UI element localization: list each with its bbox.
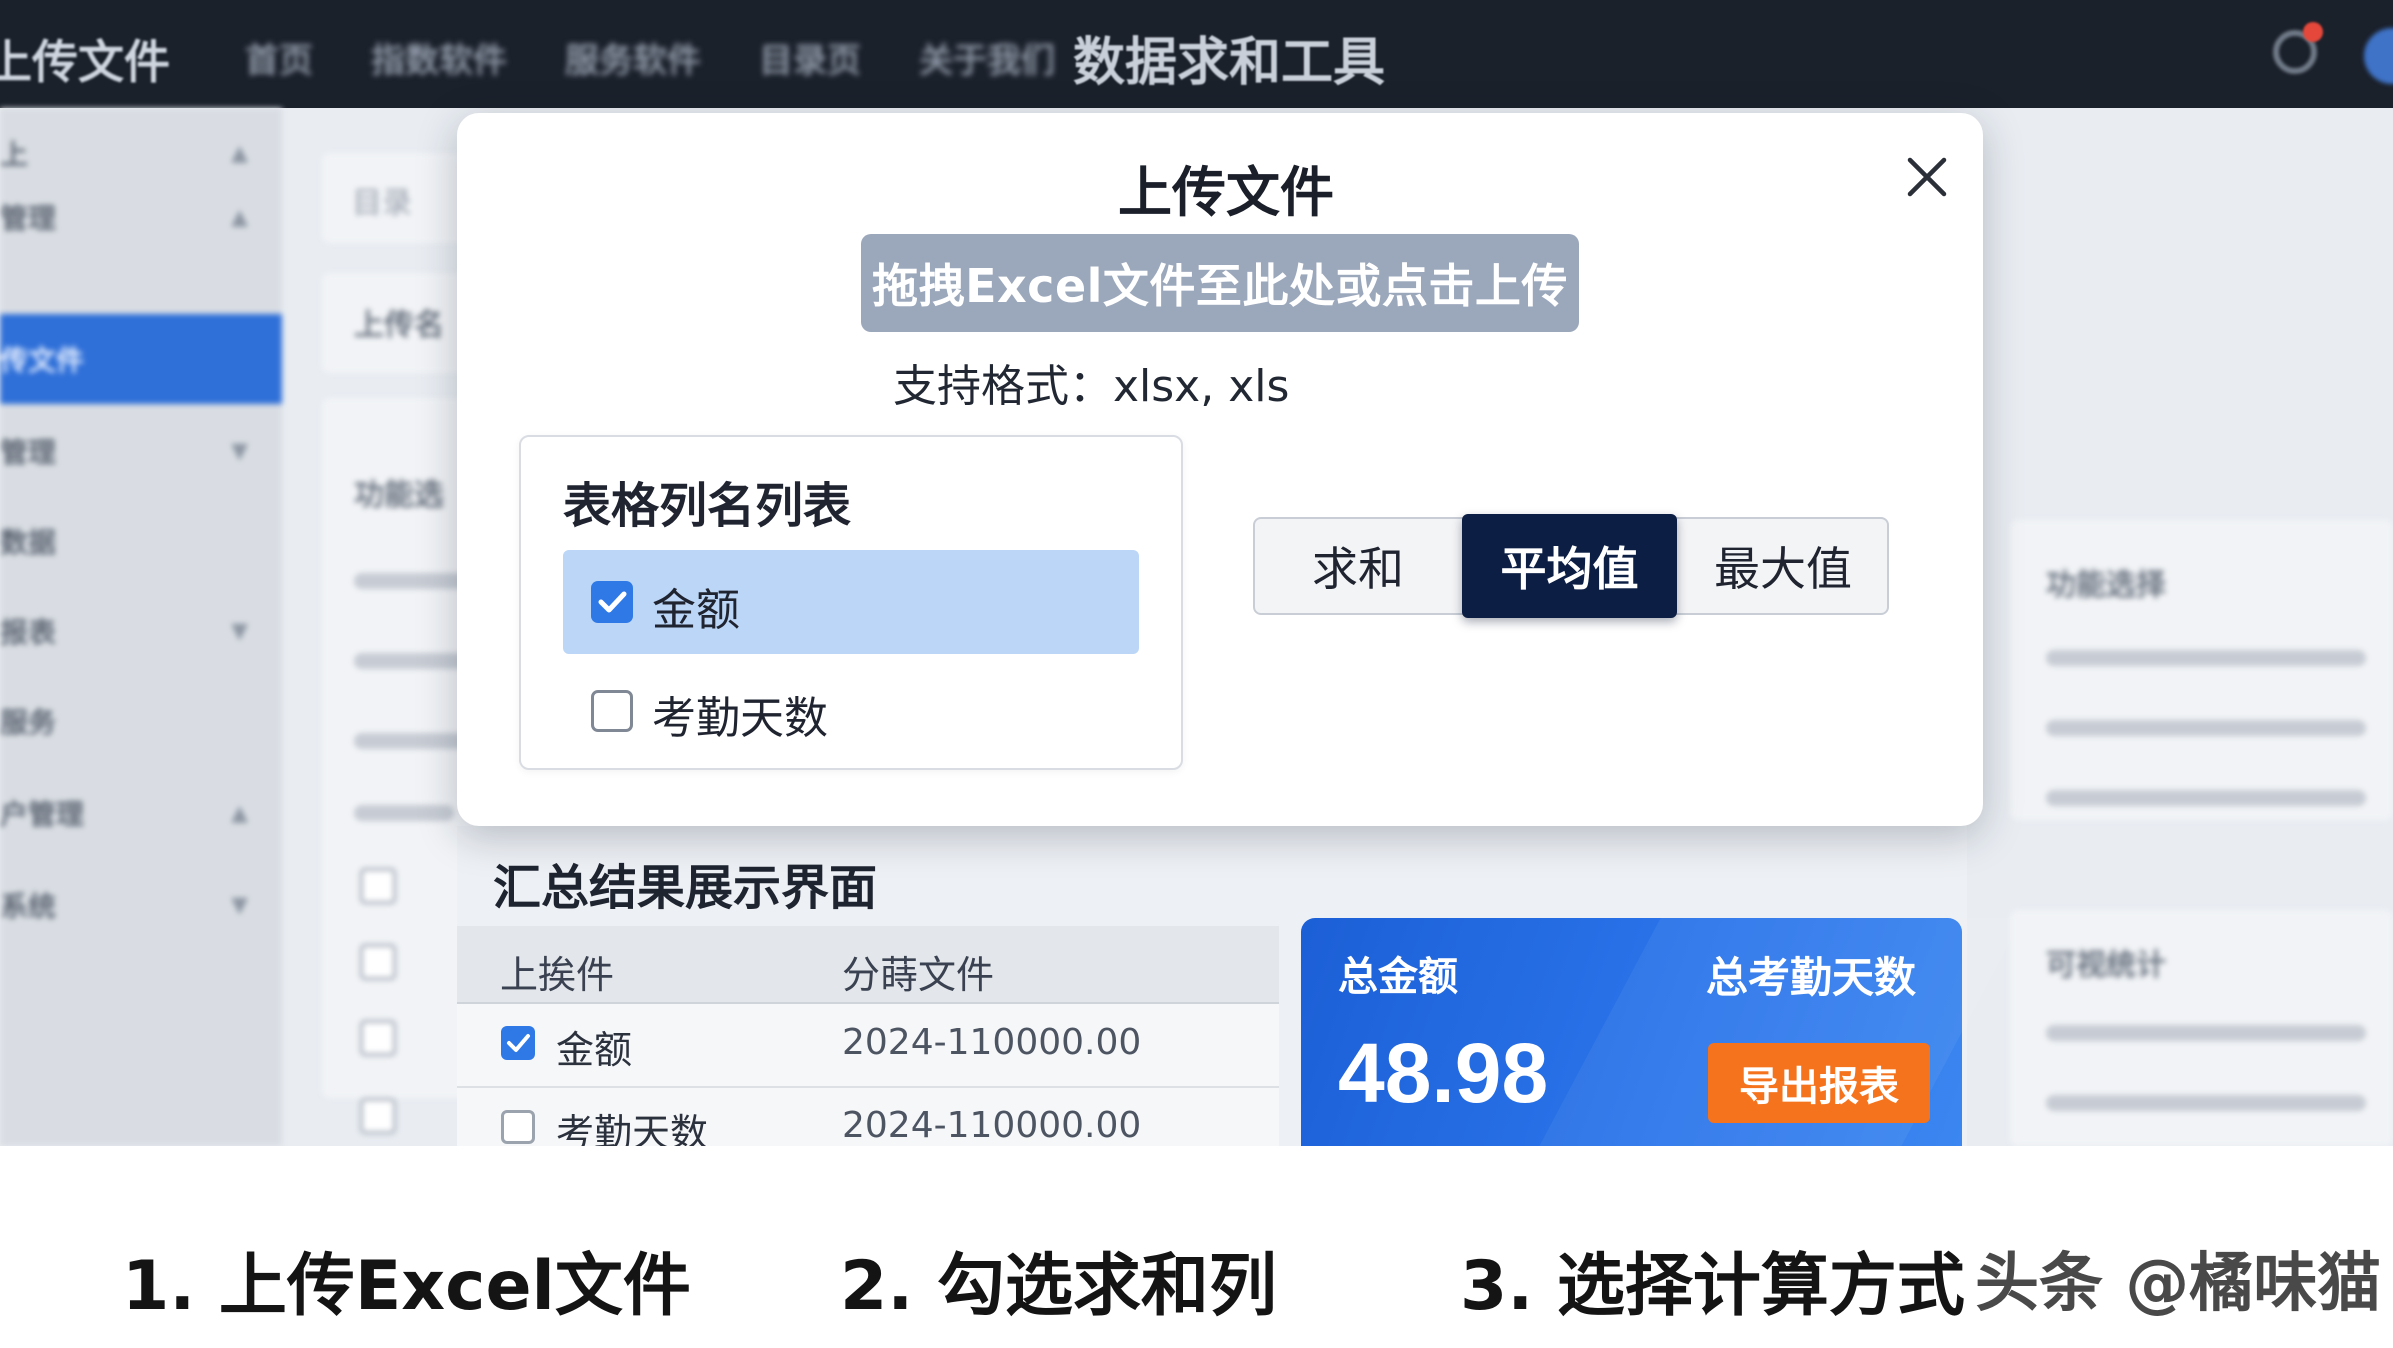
app-brand: 上传文件	[0, 35, 170, 89]
modal-title: 上传文件	[1118, 161, 1334, 224]
sidebar-item[interactable]: 管理 ▲	[0, 172, 282, 262]
row-value: 2024-110000.00	[842, 1022, 1142, 1063]
calc-max-button[interactable]: 最大值	[1678, 514, 1888, 618]
nav-item[interactable]: 首页	[245, 33, 313, 82]
chevron-down-icon: ▼	[231, 892, 248, 918]
nav-item[interactable]: 服务软件	[565, 33, 701, 82]
total-amount-label: 总金额	[1338, 954, 1458, 1000]
column-checkbox[interactable]	[591, 581, 633, 623]
column-header: 分蒔文件	[842, 953, 995, 997]
screen: 上传文件 首页 指数软件 服务软件 目录页 关于我们 数据求和工具 上 ▲ 管理 ▲…	[0, 0, 2393, 1146]
checkbox[interactable]	[360, 1020, 396, 1056]
row-name: 金额	[556, 1028, 633, 1072]
stats-title: 可视统计	[2046, 948, 2166, 983]
chevron-up-icon: ▲	[231, 800, 248, 826]
sidebar-item[interactable]: 报表 ▼	[0, 586, 282, 676]
check-icon	[598, 591, 627, 613]
upload-dropzone[interactable]: 拖拽Excel文件至此处或点击上传	[861, 234, 1579, 332]
total-days-label: 总考勤天数	[1706, 953, 1917, 1002]
nav-item[interactable]: 指数软件	[371, 33, 507, 82]
export-report-button[interactable]: 导出报表	[1708, 1043, 1930, 1123]
checkbox[interactable]	[360, 1098, 396, 1134]
chevron-up-icon: ▲	[231, 204, 248, 230]
placeholder-line	[354, 805, 454, 821]
placeholder-line	[2046, 720, 2366, 736]
right-panel: 功能选择 可视统计	[2010, 520, 2393, 1146]
nav-item[interactable]: 关于我们	[919, 33, 1055, 82]
checkbox[interactable]	[360, 944, 396, 980]
row-value: 2024-110000.00	[842, 1105, 1142, 1146]
placeholder-line	[2046, 650, 2366, 666]
step-caption: 2. 勾选求和列	[840, 1247, 1277, 1326]
row-checkbox[interactable]	[501, 1026, 535, 1060]
function-section-title: 功能选	[354, 478, 444, 513]
calc-sum-button[interactable]: 求和	[1255, 514, 1461, 618]
column-item-amount[interactable]	[563, 550, 1139, 654]
row-name: 考勤天数	[556, 1111, 709, 1146]
check-icon	[507, 1034, 530, 1052]
total-value: 48.98	[1338, 1026, 1549, 1120]
sidebar-item[interactable]: 管理 ▼	[0, 406, 282, 496]
close-icon[interactable]	[1900, 150, 1954, 204]
placeholder-line	[2046, 1095, 2366, 1111]
column-label: 考勤天数	[652, 693, 828, 744]
column-item-attendance[interactable]	[563, 660, 1139, 764]
search-placeholder: 目录	[352, 186, 412, 221]
step-caption: 3. 选择计算方式	[1460, 1247, 1965, 1326]
notification-dot	[2303, 22, 2323, 42]
sidebar-item[interactable]: 数据	[0, 496, 282, 586]
sidebar-item[interactable]: 系统 ▼	[0, 860, 282, 950]
nav-item[interactable]: 目录页	[759, 33, 861, 82]
page-title: 数据求和工具	[1073, 33, 1386, 93]
sidebar-item[interactable]: 服务	[0, 676, 282, 766]
upload-tab[interactable]: 上传名	[354, 300, 444, 344]
placeholder-line	[2046, 790, 2366, 806]
function-select-title: 功能选择	[2046, 568, 2166, 603]
supported-formats: 支持格式：xlsx, xls	[893, 361, 1290, 412]
chevron-down-icon: ▼	[231, 618, 248, 644]
placeholder-line	[354, 573, 474, 589]
step-caption: 1. 上传Excel文件	[122, 1247, 691, 1326]
calc-average-button[interactable]: 平均值	[1462, 514, 1677, 618]
column-label: 金额	[652, 585, 740, 636]
summary-title: 汇总结果展示界面	[493, 860, 878, 916]
watermark: 头条 @橘味猫	[1975, 1247, 2382, 1321]
chevron-up-icon: ▲	[231, 140, 248, 166]
sidebar-item-upload[interactable]: 传文件	[0, 314, 282, 404]
top-nav: 首页 指数软件 服务软件 目录页 关于我们	[245, 33, 1055, 82]
chevron-down-icon: ▼	[231, 438, 248, 464]
sidebar: 上 ▲ 管理 ▲ 传文件 管理 ▼ 数据 报表 ▼ 服务 户管理 ▲ 系统 ▼	[0, 108, 282, 1146]
sidebar-item[interactable]: 户管理 ▲	[0, 768, 282, 858]
column-checkbox[interactable]	[591, 690, 633, 732]
placeholder-line	[2046, 1025, 2366, 1041]
column-list-title: 表格列名列表	[563, 478, 852, 534]
checkbox[interactable]	[360, 868, 396, 904]
row-checkbox[interactable]	[501, 1110, 535, 1144]
column-header: 上挨件	[500, 953, 615, 997]
